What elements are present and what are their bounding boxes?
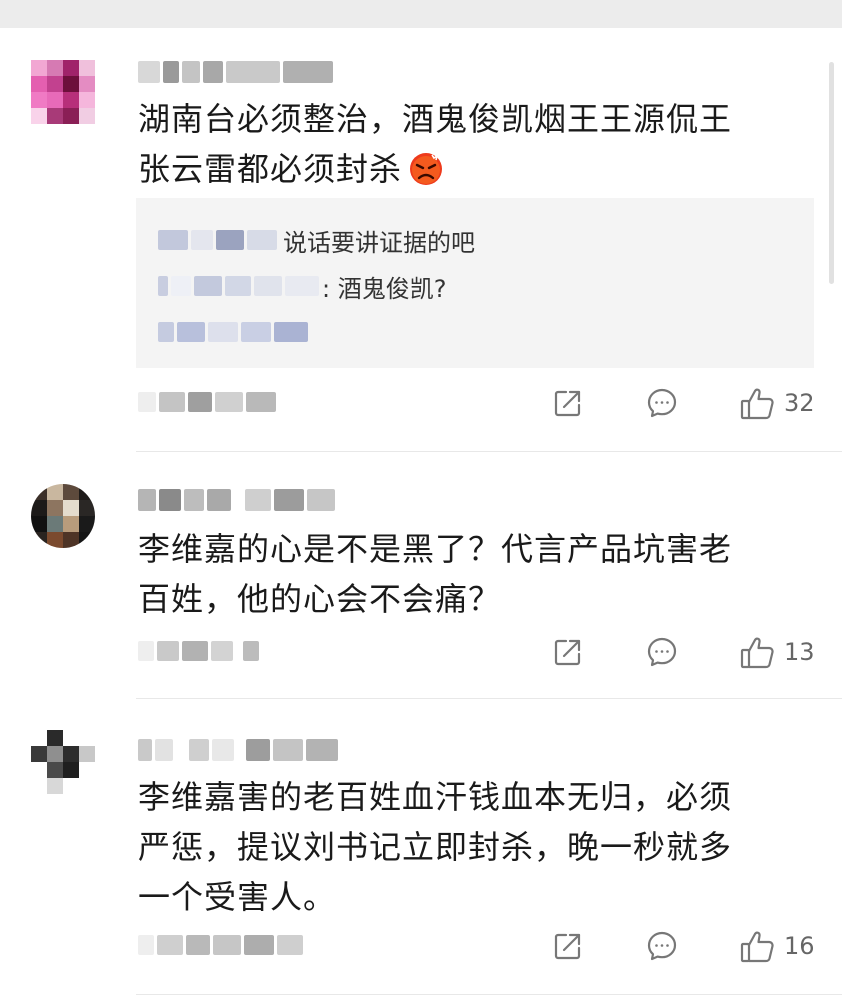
username-obscured[interactable] [138, 486, 338, 514]
username-obscured[interactable] [138, 58, 336, 86]
reply-item: : 酒鬼俊凯? [158, 266, 446, 306]
comment-actions: 32 [138, 383, 818, 423]
avatar[interactable] [31, 60, 95, 124]
reply-box[interactable]: 说话要讲证据的吧 : 酒鬼俊凯? [136, 198, 814, 368]
divider [136, 994, 842, 995]
reply-item: 说话要讲证据的吧 [158, 220, 475, 260]
divider [136, 698, 842, 699]
top-bar [0, 0, 842, 28]
comment-text-line: 李维嘉害的老百姓血汗钱血本无归，必须 [138, 778, 733, 816]
comment-meta-obscured [138, 935, 306, 955]
comment-text-line: 严惩，提议刘书记立即封杀，晚一秒就多 [138, 828, 733, 866]
like-count: 32 [784, 389, 815, 417]
comment-text-line: 一个受害人。 [138, 878, 337, 916]
comment-text: 李维嘉害的老百姓血汗钱血本无归，必须 严惩，提议刘书记立即封杀，晚一秒就多 一个… [138, 772, 808, 922]
reply-text: : 酒鬼俊凯? [322, 274, 447, 303]
like-icon[interactable] [740, 387, 774, 420]
comment-text: 李维嘉的心是不是黑了？代言产品坑害老 百姓，他的心会不会痛？ [138, 524, 808, 624]
scrollbar[interactable] [829, 62, 834, 284]
username-obscured[interactable] [138, 736, 341, 764]
comment-text-line: 李维嘉的心是不是黑了？代言产品坑害老 [138, 530, 733, 568]
comment-text-line: 湖南台必须整治，酒鬼俊凯烟王王源侃王 [138, 100, 733, 138]
comment-meta-obscured [138, 641, 262, 661]
comment-meta-obscured [138, 392, 279, 412]
share-icon[interactable] [552, 930, 584, 962]
comment-text-line: 张云雷都必须封杀 [138, 150, 403, 188]
share-icon[interactable] [552, 636, 584, 668]
divider [136, 451, 842, 452]
angry-face-emoji-icon [408, 151, 444, 187]
share-icon[interactable] [552, 387, 584, 419]
like-icon[interactable] [740, 930, 774, 963]
avatar[interactable] [31, 730, 95, 794]
comment-actions: 13 [138, 632, 818, 672]
like-icon[interactable] [740, 636, 774, 669]
comment-actions: 16 [138, 926, 818, 966]
comment-icon[interactable] [646, 636, 678, 668]
view-more-replies-obscured[interactable] [158, 312, 311, 352]
comment-icon[interactable] [646, 930, 678, 962]
reply-text: 说话要讲证据的吧 [283, 228, 475, 257]
comment-text-line: 百姓，他的心会不会痛？ [138, 580, 502, 618]
comment-text: 湖南台必须整治，酒鬼俊凯烟王王源侃王 张云雷都必须封杀 [138, 94, 808, 194]
avatar[interactable] [31, 484, 95, 548]
like-count: 13 [784, 638, 815, 666]
comment-icon[interactable] [646, 387, 678, 419]
like-count: 16 [784, 932, 815, 960]
